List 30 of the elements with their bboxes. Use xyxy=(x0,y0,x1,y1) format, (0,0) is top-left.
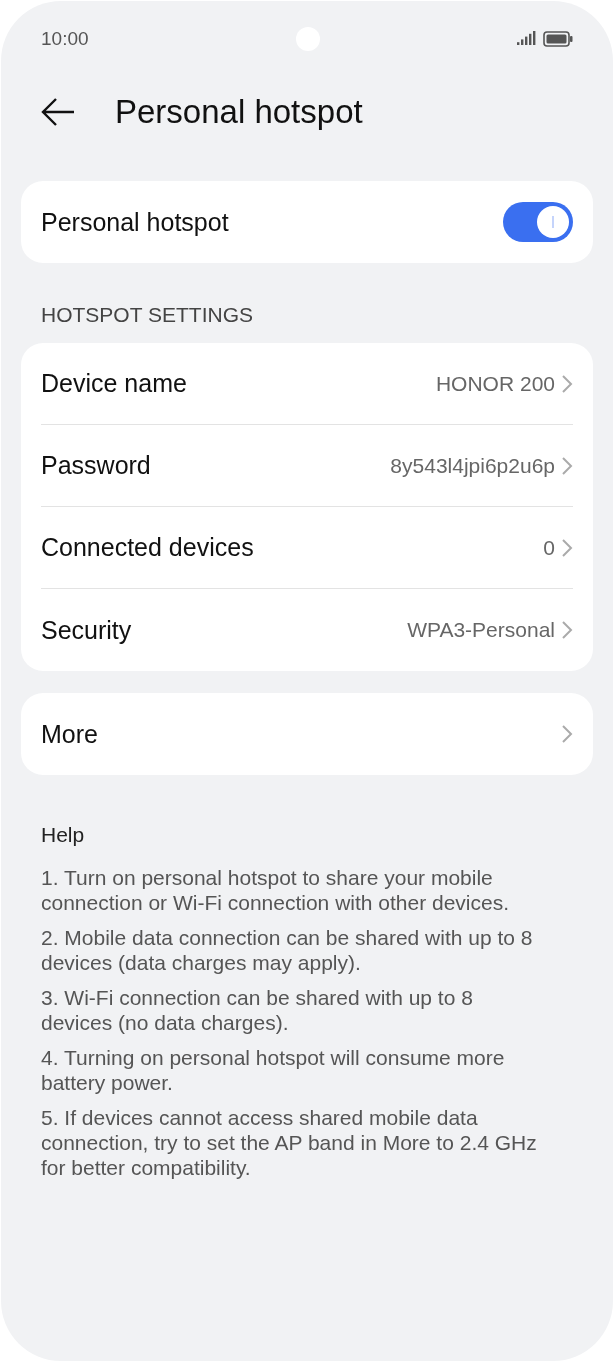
setting-value: 0 xyxy=(543,535,555,560)
signal-icon xyxy=(517,31,537,47)
section-title: HOTSPOT SETTINGS xyxy=(40,302,254,328)
battery-icon xyxy=(543,31,573,47)
chevron-right-icon xyxy=(561,620,573,640)
help-text: 3. Wi-Fi connection can be shared with up to 8 devices (no data charges). xyxy=(40,985,474,1035)
chevron-right-icon xyxy=(561,373,573,394)
help-title: Help xyxy=(40,823,86,847)
page-title: Personal hotspot xyxy=(115,93,363,131)
chevron-right-icon xyxy=(561,724,573,744)
back-arrow-icon[interactable] xyxy=(41,97,75,127)
chevron-right-icon xyxy=(561,537,573,558)
help-text: 4. Turning on personal hotspot will consume more battery power. xyxy=(40,1045,506,1095)
setting-value: WPA3-Personal xyxy=(407,618,555,642)
chevron-right-icon xyxy=(561,455,573,476)
more-card[interactable]: More xyxy=(21,693,593,775)
help-text: 2. Mobile data connection can be shared with up to 8 devices (data charges may apply). xyxy=(40,925,534,975)
setting-label[interactable]: Device name xyxy=(41,369,187,398)
status-time: 10:00 xyxy=(41,28,89,50)
help-text: 1. Turn on personal hotspot to share your mobile connection or Wi-Fi connection with other devices. xyxy=(40,865,511,915)
setting-label[interactable]: Password xyxy=(41,451,151,480)
setting-label[interactable]: Connected devices xyxy=(41,533,254,562)
setting-label: More xyxy=(41,719,98,749)
help-text: 5. If devices cannot access shared mobile data connection, try to set the AP band in More to 2.4 GHz for better compatibility. xyxy=(40,1105,538,1180)
setting-value: HONOR 200 xyxy=(435,371,555,396)
setting-label[interactable]: Security xyxy=(41,615,132,645)
knob-mark-icon xyxy=(551,216,555,228)
hotspot-switch[interactable] xyxy=(503,202,573,242)
setting-value: 8y543l4jpi6p2u6p xyxy=(390,453,555,478)
setting-label: Personal hotspot xyxy=(41,207,229,237)
